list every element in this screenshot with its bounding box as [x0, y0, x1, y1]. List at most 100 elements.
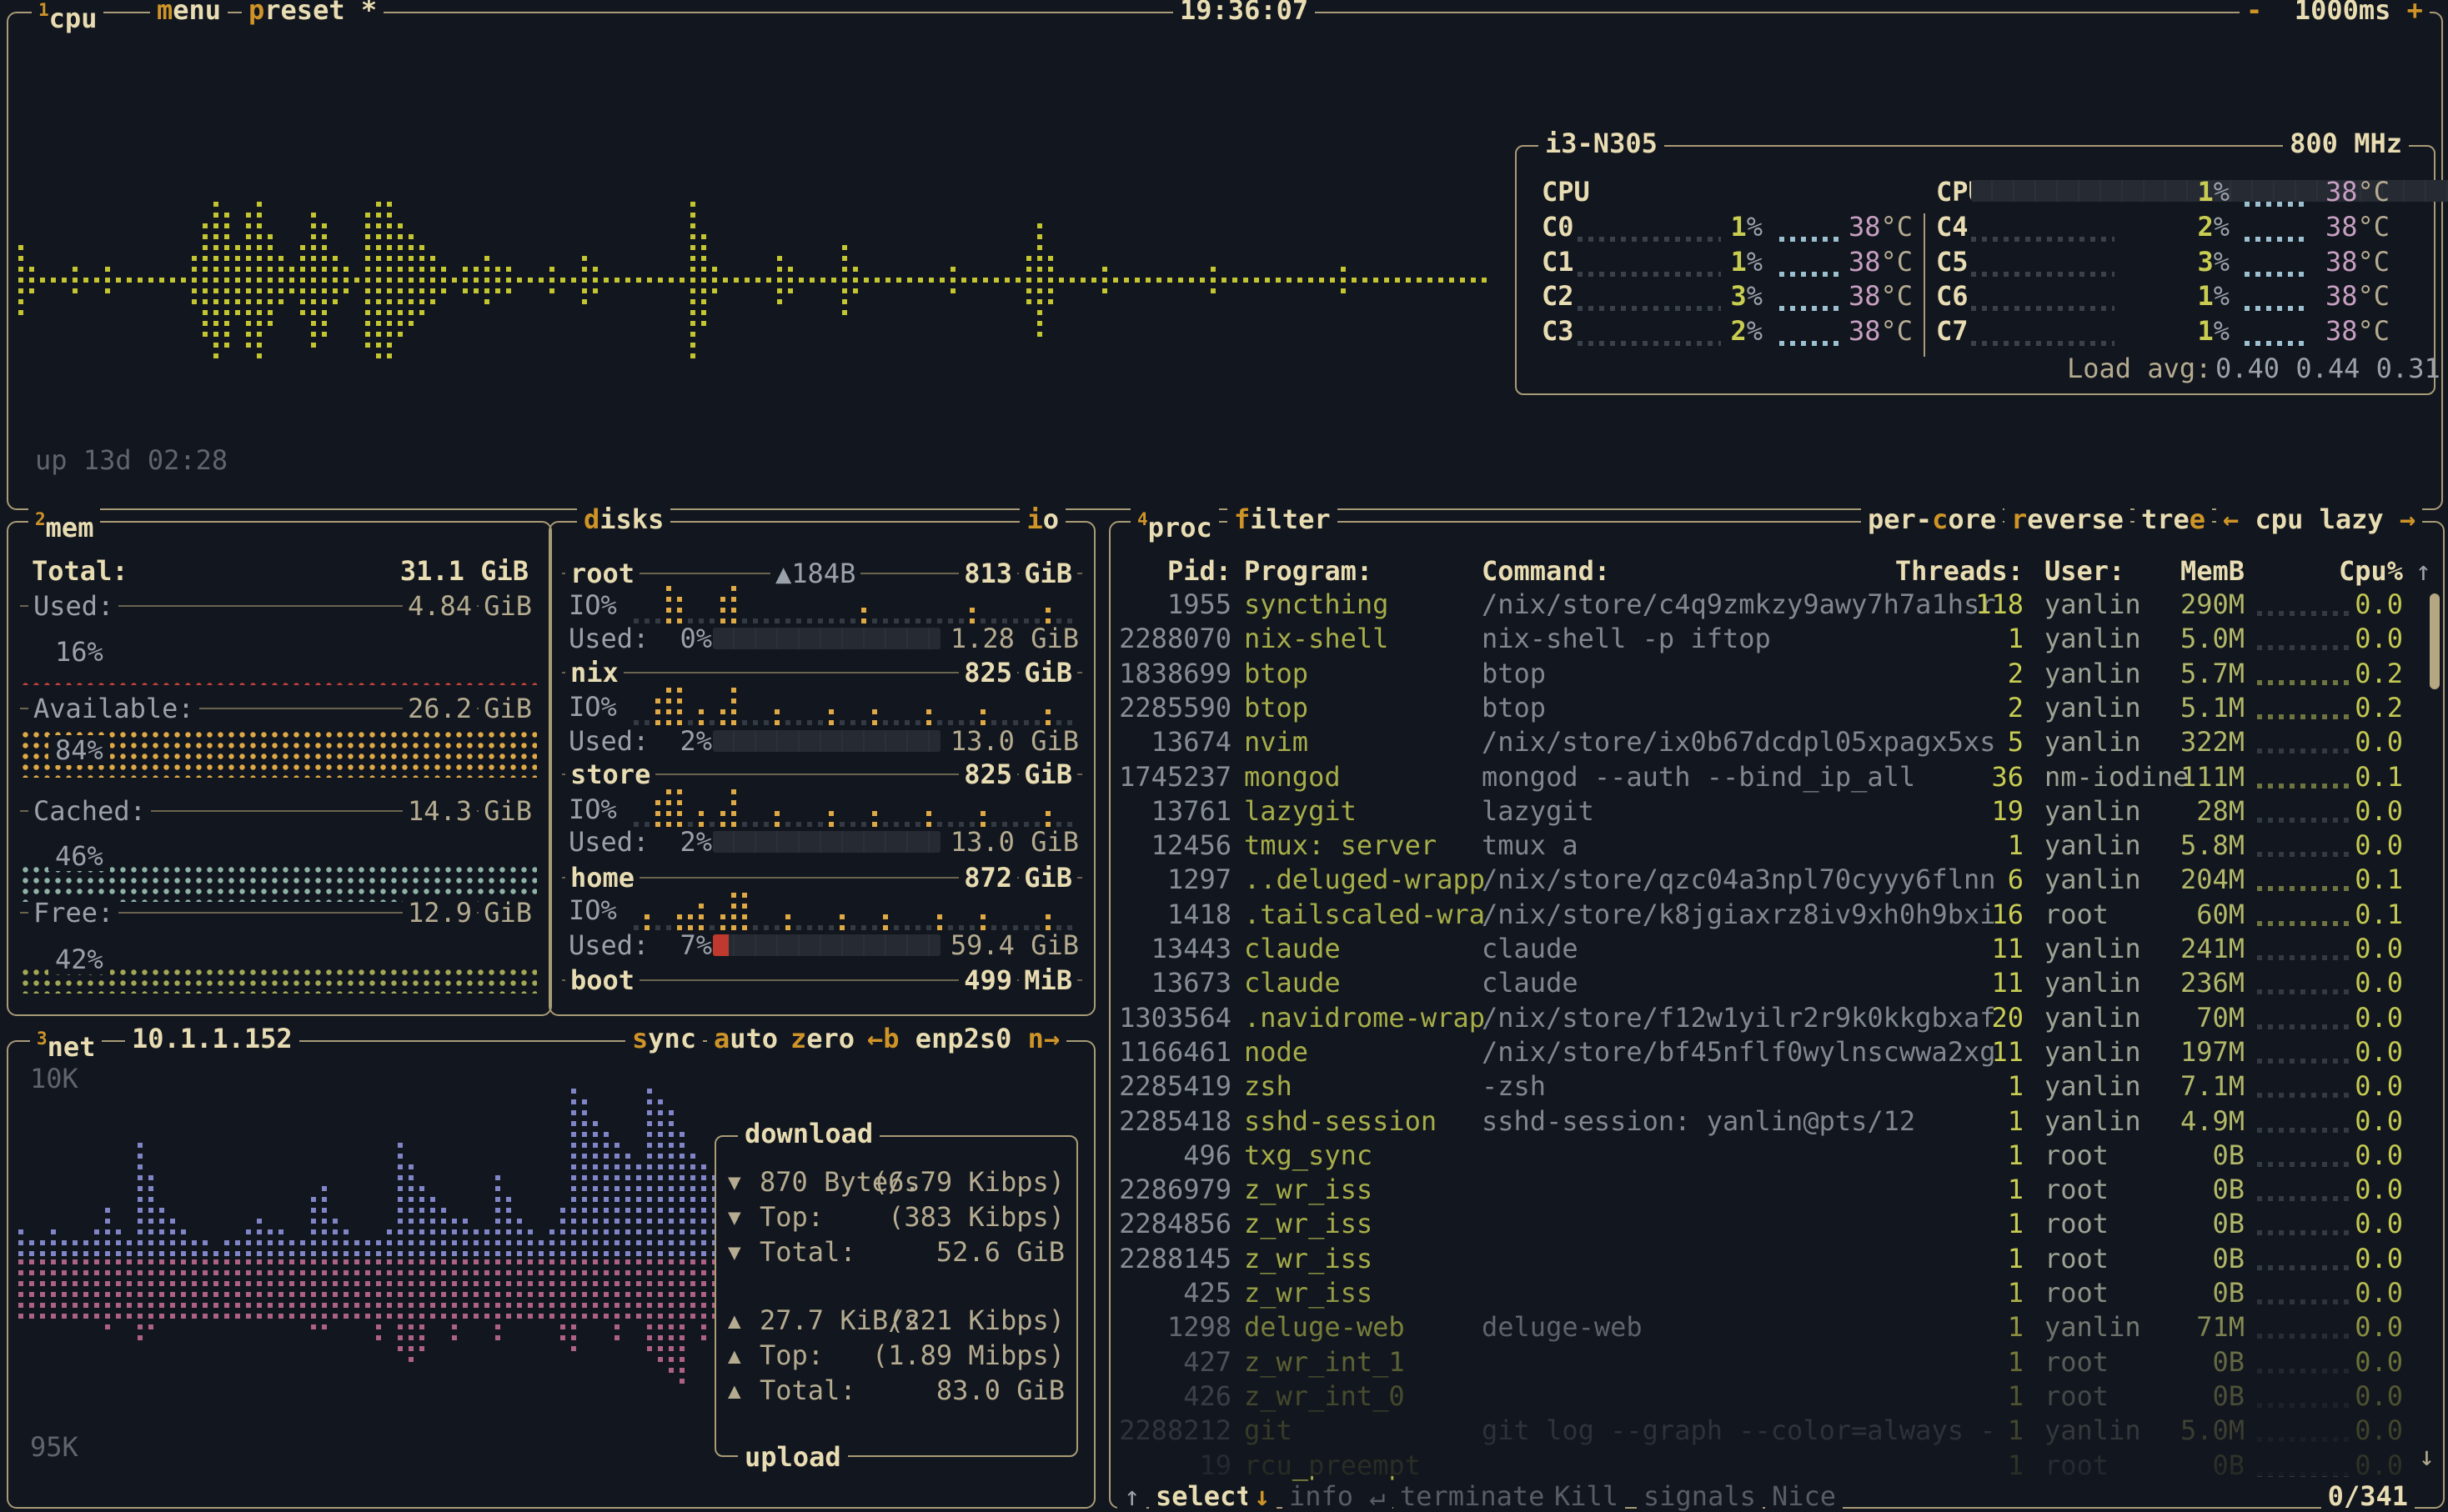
proc-row[interactable]: 2285419zsh-zsh1yanlin7.1M0.0 — [1122, 1071, 2431, 1105]
proc-row[interactable]: 1418.tailscaled-wra/nix/store/k8jgiaxrz8… — [1122, 899, 2431, 934]
graph-dot-column — [699, 811, 704, 827]
graph-dot-column — [257, 1219, 262, 1256]
proc-row[interactable]: 426z_wr_int_01root0B0.0 — [1122, 1381, 2431, 1415]
proc-footer-option[interactable]: Nice — [1765, 1481, 1843, 1511]
proc-row[interactable]: 1955syncthing/nix/store/c4q9zmkzy9awy7h7… — [1122, 589, 2431, 623]
proc-pid: 2285419 — [1119, 1071, 1232, 1101]
proc-footer-option[interactable]: info ↵ — [1282, 1481, 1392, 1511]
proc-pid: 2288070 — [1119, 623, 1232, 653]
graph-dot-column — [29, 1259, 34, 1319]
process-panel-title[interactable]: 4proc — [1131, 504, 1219, 543]
graph-dot-column — [268, 1259, 273, 1319]
proc-row[interactable]: 2288212gitgit log --graph --color=always… — [1122, 1415, 2431, 1449]
proc-row[interactable]: 427z_wr_int_11root0B0.0 — [1122, 1347, 2431, 1381]
proc-pid: 19 — [1199, 1450, 1232, 1480]
graph-dot-column — [655, 618, 660, 623]
proc-row[interactable]: 1166461node/nix/store/bf45nflf0wylnscwwa… — [1122, 1037, 2431, 1071]
proc-footer-select[interactable]: select — [1149, 1481, 1259, 1511]
graph-dot-column — [474, 1229, 479, 1256]
cpu-panel-title[interactable]: 1cpu — [32, 0, 103, 33]
proc-footer-scroll-down[interactable]: ↓ — [1247, 1481, 1277, 1511]
graph-dot-column — [18, 1259, 23, 1319]
proc-row[interactable]: 2288070nix-shellnix-shell -p iftop1yanli… — [1122, 623, 2431, 658]
proc-scrollbar-thumb[interactable] — [2430, 593, 2440, 689]
disk-name: boot — [565, 965, 640, 995]
proc-pid: 2284856 — [1119, 1209, 1232, 1239]
proc-reverse-toggle[interactable]: reverse — [2004, 504, 2130, 534]
net-zero-toggle[interactable]: zero — [784, 1024, 861, 1054]
proc-row[interactable]: 2286979z_wr_iss1root0B0.0 — [1122, 1174, 2431, 1209]
proc-tree-toggle[interactable]: tree — [2134, 504, 2212, 534]
graph-dot-column — [419, 1259, 424, 1351]
graph-dot-column — [322, 1259, 327, 1329]
proc-sort-next-button[interactable]: → — [2400, 503, 2415, 535]
mem-stat-unit: GiB — [479, 591, 537, 621]
graph-dot-column — [506, 267, 511, 293]
graph-dot-column — [246, 1229, 251, 1256]
proc-footer-scroll-up[interactable]: ↑ — [1117, 1481, 1146, 1511]
proc-filter-button[interactable]: filter — [1227, 504, 1337, 534]
proc-row[interactable]: 1303564.navidrome-wrap/nix/store/f12w1yi… — [1122, 1003, 2431, 1037]
graph-dot-column — [937, 822, 942, 827]
disk-used-meter-fill — [713, 934, 729, 956]
proc-threads: 1 — [2008, 1244, 2024, 1274]
preset-button[interactable]: preset * — [242, 0, 384, 25]
proc-row[interactable]: 2285418sshd-sessionsshd-session: yanlin@… — [1122, 1106, 2431, 1140]
graph-dot-column — [937, 914, 942, 930]
proc-row[interactable]: 496txg_sync1root0B0.0 — [1122, 1140, 2431, 1174]
core-usage-percent: 1% — [2197, 281, 2230, 311]
disks-panel-title[interactable]: disks — [577, 504, 670, 534]
proc-row[interactable]: 19rcu_preempt1root0B0.0 — [1122, 1450, 2431, 1484]
net-next-interface-button[interactable]: n→ — [1028, 1023, 1061, 1054]
proc-row[interactable]: 13443claudeclaude11yanlin241M0.0 — [1122, 934, 2431, 968]
proc-user: yanlin — [2044, 1415, 2141, 1445]
graph-dot-column — [354, 1240, 359, 1256]
proc-per-core-toggle[interactable]: per-core — [1861, 504, 2003, 534]
graph-dot-column — [322, 1186, 327, 1256]
net-prev-interface-button[interactable]: ←b — [867, 1023, 900, 1054]
proc-row[interactable]: 425z_wr_iss1root0B0.0 — [1122, 1278, 2431, 1312]
graph-dot-column — [615, 278, 620, 283]
graph-dot-column — [807, 822, 812, 827]
graph-dot-column — [1070, 278, 1075, 283]
proc-pid: 1297 — [1167, 864, 1232, 894]
graph-dot-column — [289, 1240, 294, 1256]
net-auto-toggle[interactable]: auto — [707, 1024, 785, 1054]
graph-dot-column — [441, 1208, 446, 1256]
proc-footer-option[interactable]: terminate — [1393, 1481, 1551, 1511]
proc-scroll-down-icon[interactable]: ↓ — [2419, 1441, 2435, 1471]
network-panel-title[interactable]: 3net — [30, 1024, 102, 1062]
proc-row[interactable]: 2285590btopbtop2yanlin5.1M0.2 — [1122, 693, 2431, 727]
proc-row[interactable]: 1838699btopbtop2yanlin5.7M0.2 — [1122, 658, 2431, 693]
graph-dot-column — [1046, 608, 1051, 623]
proc-program: git — [1244, 1415, 1292, 1445]
proc-footer-option[interactable]: Kill — [1548, 1481, 1625, 1511]
proc-row[interactable]: 2284856z_wr_iss1root0B0.0 — [1122, 1209, 2431, 1243]
upload-arrow-icon: ▲ — [728, 1340, 741, 1372]
proc-sort-prev-button[interactable]: ← — [2223, 503, 2239, 535]
proc-row[interactable]: 13673claudeclaude11yanlin236M0.0 — [1122, 968, 2431, 1002]
disks-io-mode-toggle[interactable]: io — [1020, 504, 1066, 534]
proc-row[interactable]: 2288145z_wr_iss1root0B0.0 — [1122, 1244, 2431, 1278]
graph-dot-column — [311, 1259, 316, 1329]
proc-row[interactable]: 1745237mongodmongod --auth --bind_ip_all… — [1122, 762, 2431, 796]
proc-row[interactable]: 13674nvim/nix/store/ix0b67dcdpl05xpagx5x… — [1122, 727, 2431, 761]
proc-row[interactable]: 13761lazygitlazygit19yanlin28M0.0 — [1122, 796, 2431, 830]
interval-decrease-button[interactable]: - — [2246, 0, 2262, 26]
proc-footer-option[interactable]: signals — [1637, 1481, 1763, 1511]
proc-cpu-percent: 0.2 — [2355, 693, 2403, 723]
proc-row[interactable]: 1297..deluged-wrapp/nix/store/qzc04a3npl… — [1122, 864, 2431, 899]
graph-dot-column — [1254, 278, 1259, 283]
graph-dot-column — [929, 278, 934, 283]
disk-used-label: Used: — [569, 726, 649, 756]
proc-row[interactable]: 1298deluge-webdeluge-web1yanlin71M0.0 — [1122, 1312, 2431, 1346]
core-temp-meter — [2245, 272, 2310, 277]
graph-dot-column — [83, 1240, 88, 1256]
proc-threads: 19 — [1991, 796, 2024, 826]
menu-button[interactable]: menu — [150, 0, 228, 25]
interval-increase-button[interactable]: + — [2407, 0, 2423, 26]
graph-dot-column — [864, 278, 869, 283]
proc-row[interactable]: 12456tmux: servertmux a1yanlin5.8M0.0 — [1122, 830, 2431, 864]
net-sync-toggle[interactable]: sync — [625, 1024, 703, 1054]
memory-panel-title[interactable]: 2mem — [28, 504, 100, 543]
